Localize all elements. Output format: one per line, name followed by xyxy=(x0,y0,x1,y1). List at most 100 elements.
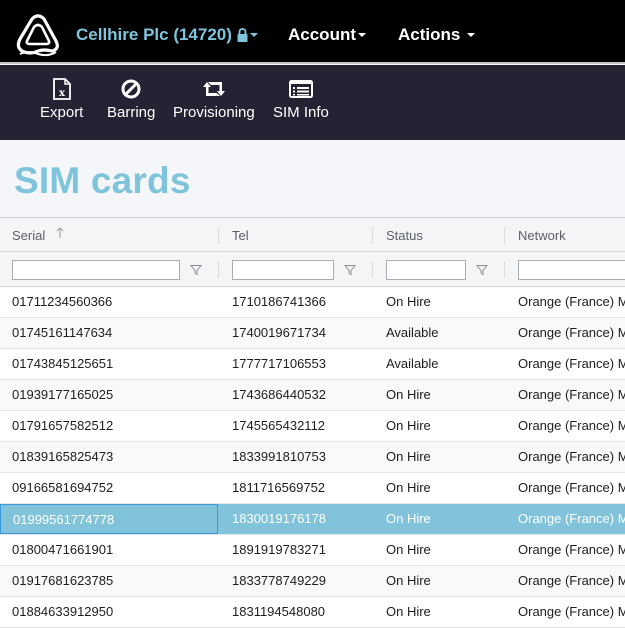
tel-cell[interactable]: 1745565432112 xyxy=(232,411,372,441)
account-menu-label: Account xyxy=(288,25,356,44)
barring-button[interactable]: Barring xyxy=(107,78,155,121)
tel-cell[interactable]: 1831194548080 xyxy=(232,597,372,627)
column-resize-handle[interactable] xyxy=(372,227,373,244)
top-navbar: Cellhire Plc (14720) Account Actions xyxy=(0,0,625,64)
page-title: SIM cards xyxy=(14,160,191,201)
network-cell[interactable]: Orange (France) M xyxy=(518,504,625,534)
table-row[interactable]: 01711234560366 1710186741366 On Hire Orange… xyxy=(0,287,625,318)
table-row[interactable]: 01939177165025 1743686440532 On Hire Orange… xyxy=(0,380,625,411)
sim-info-label: SIM Info xyxy=(273,104,329,121)
serial-cell[interactable]: 01711234560366 xyxy=(0,287,218,317)
serial-cell[interactable]: 01917681623785 xyxy=(0,566,218,596)
status-cell[interactable]: On Hire xyxy=(386,380,504,410)
network-filter-input[interactable] xyxy=(518,260,625,280)
network-cell[interactable]: Orange (France) M xyxy=(518,349,625,379)
serial-cell[interactable]: 01939177165025 xyxy=(0,380,218,410)
account-selector[interactable]: Cellhire Plc (14720) xyxy=(76,25,258,45)
provisioning-button[interactable]: Provisioning xyxy=(173,78,255,121)
serial-cell[interactable]: 01839165825473 xyxy=(0,442,218,472)
status-cell[interactable]: On Hire xyxy=(386,287,504,317)
status-filter-input[interactable] xyxy=(386,260,466,280)
tel-cell[interactable]: 1777717106553 xyxy=(232,349,372,379)
chevron-down-icon xyxy=(467,33,476,37)
column-header-serial[interactable]: Serial xyxy=(12,218,65,252)
tel-cell[interactable]: 1743686440532 xyxy=(232,380,372,410)
serial-cell[interactable]: 01999561774778 xyxy=(0,504,218,534)
tel-cell[interactable]: 1811716569752 xyxy=(232,473,372,503)
column-header-status[interactable]: Status xyxy=(386,218,423,252)
provisioning-label: Provisioning xyxy=(173,104,255,121)
column-header-network[interactable]: Network xyxy=(518,218,566,252)
status-cell[interactable]: Available xyxy=(386,318,504,348)
table-row[interactable]: 01800471661901 1891919783271 On Hire Orange… xyxy=(0,535,625,566)
network-cell[interactable]: Orange (France) M xyxy=(518,442,625,472)
network-cell[interactable]: Orange (France) M xyxy=(518,597,625,627)
sim-info-button[interactable]: SIM Info xyxy=(273,78,329,121)
filter-icon[interactable] xyxy=(476,264,488,276)
status-cell[interactable]: On Hire xyxy=(386,566,504,596)
serial-cell[interactable]: 01800471661901 xyxy=(0,535,218,565)
table-row[interactable]: 01839165825473 1833991810753 On Hire Orange… xyxy=(0,442,625,473)
tel-cell[interactable]: 1710186741366 xyxy=(232,287,372,317)
network-cell[interactable]: Orange (France) M xyxy=(518,473,625,503)
triangle-wave-logo-icon[interactable] xyxy=(14,13,62,57)
filter-icon[interactable] xyxy=(190,264,202,276)
tel-filter-input[interactable] xyxy=(232,260,334,280)
chevron-down-icon xyxy=(249,33,258,37)
company-name: Cellhire Plc (14720) xyxy=(76,25,232,44)
serial-cell[interactable]: 09166581694752 xyxy=(0,473,218,503)
sim-cards-grid: Serial Tel Status Network 01711234560366… xyxy=(0,217,625,628)
table-row-selected[interactable]: 01999561774778 1830019176178 On Hire Orange… xyxy=(0,504,625,535)
tel-cell[interactable]: 1833778749229 xyxy=(232,566,372,596)
status-cell[interactable]: On Hire xyxy=(386,597,504,627)
serial-cell[interactable]: 01743845125651 xyxy=(0,349,218,379)
sort-ascending-icon xyxy=(56,227,64,238)
tel-cell[interactable]: 1740019671734 xyxy=(232,318,372,348)
status-cell[interactable]: On Hire xyxy=(386,411,504,441)
account-menu[interactable]: Account xyxy=(288,25,366,45)
chevron-down-icon xyxy=(358,33,366,37)
network-cell[interactable]: Orange (France) M xyxy=(518,318,625,348)
filter-icon[interactable] xyxy=(344,264,356,276)
network-cell[interactable]: Orange (France) M xyxy=(518,411,625,441)
actions-menu[interactable]: Actions xyxy=(398,25,476,45)
column-resize-handle[interactable] xyxy=(218,227,219,244)
status-cell[interactable]: Available xyxy=(386,349,504,379)
network-cell[interactable]: Orange (France) M xyxy=(518,535,625,565)
column-label: Tel xyxy=(232,228,249,243)
status-cell[interactable]: On Hire xyxy=(386,535,504,565)
column-header-tel[interactable]: Tel xyxy=(232,218,249,252)
network-cell[interactable]: Orange (France) M xyxy=(518,287,625,317)
list-card-icon xyxy=(288,80,313,98)
table-row[interactable]: 09166581694752 1811716569752 On Hire Orange… xyxy=(0,473,625,504)
serial-cell[interactable]: 01884633912950 xyxy=(0,597,218,627)
svg-text:x: x xyxy=(59,88,66,99)
status-cell[interactable]: On Hire xyxy=(386,504,504,534)
table-row[interactable]: 01745161147634 1740019671734 Available Oran… xyxy=(0,318,625,349)
tel-cell[interactable]: 1833991810753 xyxy=(232,442,372,472)
table-row[interactable]: 01884633912950 1831194548080 On Hire Orange… xyxy=(0,597,625,628)
retweet-icon xyxy=(202,82,225,96)
export-button[interactable]: x Export xyxy=(40,78,83,121)
tel-cell[interactable]: 1891919783271 xyxy=(232,535,372,565)
tel-cell[interactable]: 1830019176178 xyxy=(232,504,372,534)
network-cell[interactable]: Orange (France) M xyxy=(518,380,625,410)
column-resize-handle[interactable] xyxy=(504,227,505,244)
serial-cell[interactable]: 01791657582512 xyxy=(0,411,218,441)
export-label: Export xyxy=(40,104,84,121)
serial-filter-input[interactable] xyxy=(12,260,180,280)
network-cell[interactable]: Orange (France) M xyxy=(518,566,625,596)
grid-header: Serial Tel Status Network xyxy=(0,218,625,252)
barring-label: Barring xyxy=(107,104,156,121)
status-cell[interactable]: On Hire xyxy=(386,473,504,503)
divider xyxy=(372,261,373,278)
action-toolbar: x Export Barring Provisioning SIM Info xyxy=(0,65,625,140)
serial-cell[interactable]: 01745161147634 xyxy=(0,318,218,348)
table-row[interactable]: 01917681623785 1833778749229 On Hire Orange… xyxy=(0,566,625,597)
excel-file-icon: x xyxy=(52,78,71,100)
status-cell[interactable]: On Hire xyxy=(386,442,504,472)
actions-menu-label: Actions xyxy=(398,25,461,44)
table-row[interactable]: 01743845125651 1777717106553 Available Oran… xyxy=(0,349,625,380)
divider xyxy=(218,261,219,278)
table-row[interactable]: 01791657582512 1745565432112 On Hire Orange… xyxy=(0,411,625,442)
